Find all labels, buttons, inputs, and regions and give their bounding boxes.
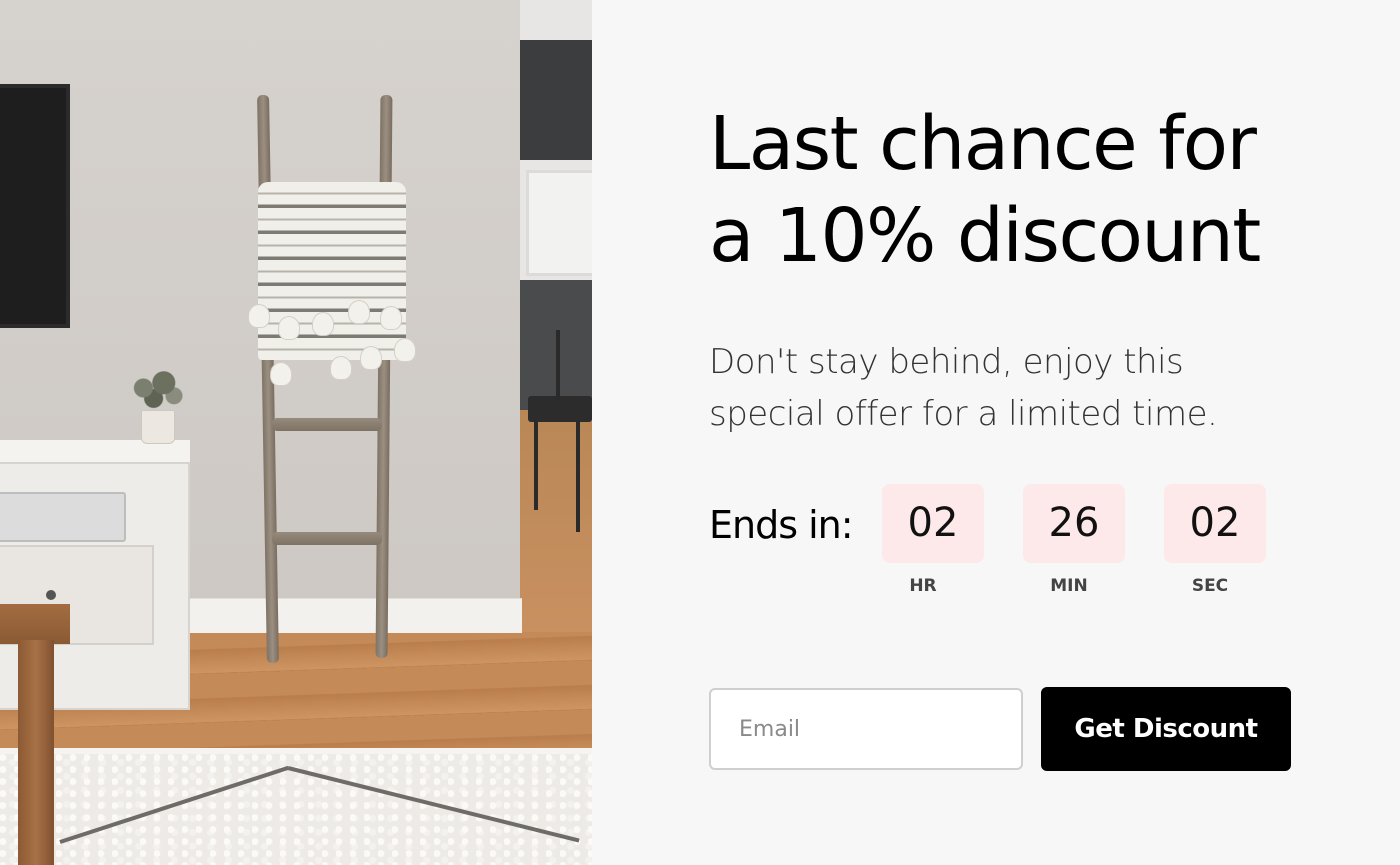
subtext-line-1: Don't stay behind, enjoy this	[709, 342, 1184, 382]
countdown-hours: 02	[882, 484, 984, 563]
blanket-tassel	[380, 306, 402, 330]
doorway-window	[526, 170, 592, 276]
shag-rug	[0, 748, 592, 865]
doorway-floor	[520, 410, 592, 632]
countdown-minutes: 26	[1023, 484, 1125, 563]
headline-line-2: a 10% discount	[709, 193, 1261, 279]
potted-plant	[123, 362, 191, 414]
side-table-top	[0, 604, 70, 644]
blanket-tassel	[278, 316, 300, 340]
blanket-tassel	[248, 304, 270, 328]
get-discount-button[interactable]: Get Discount	[1041, 687, 1291, 771]
side-table-leg	[18, 640, 54, 865]
doorway-dark-panel	[520, 40, 592, 160]
drawer-knob	[46, 590, 56, 600]
living-room-photo	[0, 0, 592, 865]
countdown-seconds-unit: SEC	[1191, 576, 1229, 596]
promo-headline: Last chance for a 10% discount	[709, 98, 1349, 282]
ladder-rung	[272, 532, 382, 545]
blanket-tassel	[360, 346, 382, 370]
promo-subtext: Don't stay behind, enjoy this special of…	[709, 336, 1269, 440]
countdown-minutes-unit: MIN	[1050, 576, 1088, 596]
countdown-seconds: 02	[1164, 484, 1266, 563]
blanket-tassel	[330, 356, 352, 380]
blanket-tassel	[394, 338, 416, 362]
television	[0, 84, 70, 328]
ladder-rung	[272, 418, 382, 431]
email-input[interactable]	[709, 688, 1023, 770]
blanket-tassel	[348, 300, 370, 324]
baseboard	[188, 598, 522, 633]
countdown-hours-unit: HR	[909, 576, 937, 596]
chair-back	[556, 330, 560, 400]
chair-leg	[576, 420, 580, 532]
blanket-tassel	[270, 362, 292, 386]
game-console	[0, 492, 126, 542]
countdown-label: Ends in:	[709, 503, 854, 547]
subtext-line-2: special offer for a limited time.	[709, 394, 1218, 434]
chair-leg	[534, 420, 538, 510]
blanket-tassel	[312, 312, 334, 336]
plant-pot	[141, 410, 175, 444]
chair-seat	[528, 396, 592, 422]
headline-line-1: Last chance for	[709, 101, 1257, 187]
